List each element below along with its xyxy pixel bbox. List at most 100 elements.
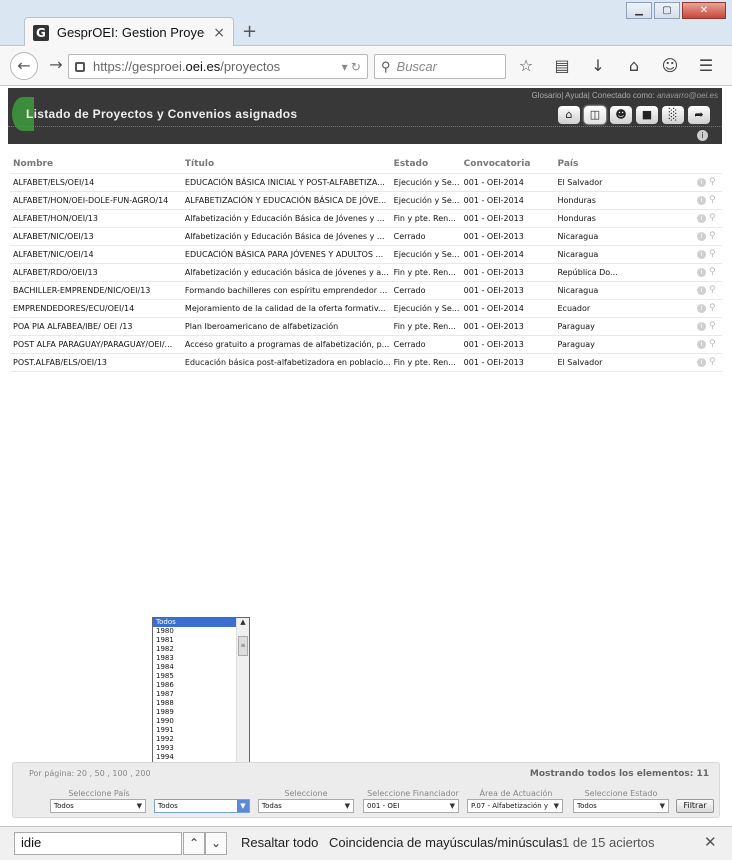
database-icon[interactable]: ◫ xyxy=(584,106,606,124)
dropdown-option[interactable]: 1994 xyxy=(153,753,237,762)
search-icon[interactable]: ⚲ xyxy=(709,249,718,259)
filter-select-financiador[interactable]: 001 - OEI ▼ xyxy=(363,799,459,813)
table-row[interactable]: ALFABET/HON/OEI/13 Alfabetización y Educa… xyxy=(10,208,722,227)
filter-select-pais[interactable]: Todos ▼ xyxy=(50,799,146,813)
info-icon[interactable]: i xyxy=(697,130,708,141)
info-icon[interactable]: i xyxy=(697,357,706,367)
bookmark-star-icon[interactable]: ☆ xyxy=(514,55,538,77)
table-row[interactable]: ALFABET/NIC/OEI/14 EDUCACIÓN BÁSICA PARA … xyxy=(10,244,722,263)
find-next-button[interactable]: ⌄ xyxy=(205,832,227,855)
search-icon[interactable]: ⚲ xyxy=(709,321,718,331)
search-icon[interactable]: ⚲ xyxy=(709,339,718,349)
new-tab-button[interactable]: + xyxy=(242,21,257,42)
filter-button[interactable]: Filtrar xyxy=(676,799,714,813)
info-icon[interactable]: i xyxy=(697,213,706,223)
column-header-titulo[interactable]: Título xyxy=(182,155,391,173)
per-page-links[interactable]: Por página: 20 , 50 , 100 , 200 xyxy=(29,769,151,778)
close-icon[interactable]: ✕ xyxy=(704,833,717,851)
dropdown-option[interactable]: 1989 xyxy=(153,708,237,717)
cell-pais: República Do... xyxy=(554,262,692,281)
table-row[interactable]: BACHILLER-EMPRENDE/NIC/OEI/13 Formando ba… xyxy=(10,280,722,299)
search-icon[interactable]: ⚲ xyxy=(709,285,718,295)
info-icon[interactable]: i xyxy=(697,285,706,295)
dropdown-option[interactable]: Todos xyxy=(153,618,237,627)
minimize-button[interactable]: ▁ xyxy=(626,2,652,19)
dropdown-option[interactable]: 1986 xyxy=(153,681,237,690)
close-window-button[interactable]: ✕ xyxy=(682,2,726,19)
search-icon[interactable]: ⚲ xyxy=(709,213,718,223)
dropdown-option[interactable]: 1990 xyxy=(153,717,237,726)
column-header-nombre[interactable]: Nombre xyxy=(10,155,182,173)
search-icon[interactable]: ⚲ xyxy=(709,357,718,367)
dropdown-option[interactable]: 1983 xyxy=(153,654,237,663)
chart-icon[interactable]: ░ xyxy=(662,106,684,124)
info-icon[interactable]: i xyxy=(697,249,706,259)
menu-icon[interactable]: ☰ xyxy=(694,55,718,77)
home-icon[interactable]: ⌂ xyxy=(622,55,646,77)
filter-select-estado[interactable]: Todos ▼ xyxy=(573,799,669,813)
dropdown-option[interactable]: 1981 xyxy=(153,636,237,645)
table-row[interactable]: ALFABET/RDO/OEI/13 Alfabetización y educa… xyxy=(10,262,722,281)
search-icon[interactable]: ⚲ xyxy=(709,303,718,313)
dropdown-option[interactable]: 1987 xyxy=(153,690,237,699)
info-icon[interactable]: i xyxy=(697,339,706,349)
scroll-up-icon[interactable]: ▲ xyxy=(237,618,249,628)
table-row[interactable]: ALFABET/ELS/OEI/14 EDUCACIÓN BÁSICA INICI… xyxy=(10,172,722,191)
row-actions: i ⚲ xyxy=(691,226,722,245)
table-row[interactable]: ALFABET/NIC/OEI/13 Alfabetización y Educa… xyxy=(10,226,722,245)
tab-close-icon[interactable]: × xyxy=(213,25,225,41)
column-header-convocatoria[interactable]: Convocatoria xyxy=(461,155,555,173)
search-icon[interactable]: ⚲ xyxy=(709,231,718,241)
info-icon[interactable]: i xyxy=(697,267,706,277)
user-email: anavarro@oei.es xyxy=(656,91,718,100)
info-icon[interactable]: i xyxy=(697,303,706,313)
logout-icon[interactable]: ➦ xyxy=(688,106,710,124)
filter-select-convocatoria[interactable]: Todas ▼ xyxy=(258,799,354,813)
browser-tab[interactable]: G GesprOEI: Gestion Proyect... × xyxy=(24,17,234,47)
column-header-estado[interactable]: Estado xyxy=(391,155,461,173)
dropdown-option[interactable]: 1984 xyxy=(153,663,237,672)
forward-button[interactable]: → xyxy=(42,52,70,80)
table-row[interactable]: EMPRENDEDORES/ECU/OEI/14 Mejoramiento de … xyxy=(10,298,722,317)
download-icon[interactable]: ↓ xyxy=(586,55,610,77)
scroll-thumb[interactable]: ≡ xyxy=(238,636,248,656)
cell-estado: Cerrado xyxy=(390,334,461,353)
dropdown-option[interactable]: 1992 xyxy=(153,735,237,744)
back-button[interactable]: ← xyxy=(10,52,38,80)
reload-icon[interactable]: ▾ ↻ xyxy=(342,60,361,74)
users-icon[interactable]: ☻ xyxy=(610,106,632,124)
info-icon[interactable]: i xyxy=(697,321,706,331)
find-previous-button[interactable]: ⌃ xyxy=(183,832,205,855)
table-row[interactable]: POST.ALFAB/ELS/OEI/13 Educación básica po… xyxy=(10,352,722,372)
dropdown-option[interactable]: 1985 xyxy=(153,672,237,681)
info-icon[interactable]: i xyxy=(697,231,706,241)
home-icon[interactable]: ⌂ xyxy=(558,106,580,124)
url-bar[interactable]: https://gesproei.oei.es/proyectos ▾ ↻ xyxy=(68,54,368,79)
table-row[interactable]: POA PIA ALFABEA/IBE/ OEI /13 Plan Iberoam… xyxy=(10,316,722,335)
reading-list-icon[interactable]: ▤ xyxy=(550,55,574,77)
info-icon[interactable]: i xyxy=(697,177,706,187)
divider xyxy=(8,126,722,127)
help-links[interactable]: Glosario| Ayuda| xyxy=(532,91,593,100)
filter-select-area[interactable]: P.07 - Alfabetización y ▼ xyxy=(467,799,563,813)
find-input[interactable]: idie xyxy=(14,832,182,855)
highlight-all-toggle[interactable]: Resaltar todo xyxy=(241,835,318,850)
search-icon[interactable]: ⚲ xyxy=(709,267,718,277)
table-row[interactable]: POST ALFA PARAGUAY/PARAGUAY/OEI/... Acces… xyxy=(10,334,722,353)
dropdown-option[interactable]: 1991 xyxy=(153,726,237,735)
table-row[interactable]: ALFABET/HON/OEI-DOLE-FUN-AGRO/14 ALFABETI… xyxy=(10,190,722,209)
column-header-pais[interactable]: País xyxy=(554,155,691,173)
filter-select-year[interactable]: Todos ▼ xyxy=(154,799,250,813)
search-box[interactable]: ⚲ Buscar xyxy=(374,54,506,79)
dropdown-option[interactable]: 1982 xyxy=(153,645,237,654)
search-icon[interactable]: ⚲ xyxy=(709,177,718,187)
dropdown-option[interactable]: 1980 xyxy=(153,627,237,636)
maximize-button[interactable]: ▢ xyxy=(654,2,680,19)
dropdown-option[interactable]: 1988 xyxy=(153,699,237,708)
match-case-toggle[interactable]: Coincidencia de mayúsculas/minúsculas xyxy=(329,835,562,850)
chat-icon[interactable]: ☺ xyxy=(658,55,682,77)
search-icon[interactable]: ⚲ xyxy=(709,195,718,205)
dropdown-option[interactable]: 1993 xyxy=(153,744,237,753)
folder-icon[interactable]: ■ xyxy=(636,106,658,124)
info-icon[interactable]: i xyxy=(697,195,706,205)
